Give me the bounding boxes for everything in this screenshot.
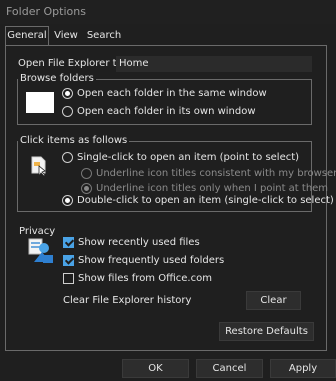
recent-files-checkbox[interactable]: [63, 237, 74, 248]
browse-own-window-label[interactable]: Open each folder in its own window: [77, 106, 256, 117]
click-items-icon: [31, 156, 48, 178]
privacy-title: Privacy: [19, 226, 56, 237]
recent-files-label[interactable]: Show recently used files: [78, 237, 200, 248]
click-items-title: Click items as follows: [18, 135, 130, 146]
ok-button[interactable]: OK: [122, 359, 189, 378]
underline-point-label[interactable]: Underline icon titles only when I point …: [96, 183, 328, 194]
window-title: Folder Options: [6, 5, 86, 18]
double-click-label[interactable]: Double-click to open an item (single-cli…: [77, 195, 334, 206]
cancel-button[interactable]: Cancel: [196, 359, 263, 378]
underline-browser-label[interactable]: Underline icon titles consistent with my…: [96, 168, 336, 179]
tab-search[interactable]: Search: [84, 27, 124, 45]
title-bar: Folder Options: [0, 0, 336, 24]
frequent-folders-label[interactable]: Show frequently used folders: [78, 255, 224, 266]
open-explorer-dropdown[interactable]: Home: [116, 56, 312, 72]
browse-folders-group: [17, 79, 312, 125]
clear-history-label: Clear File Explorer history: [63, 295, 192, 306]
restore-defaults-button[interactable]: Restore Defaults: [219, 322, 314, 341]
underline-browser-radio[interactable]: [81, 168, 92, 179]
tab-general[interactable]: General: [5, 26, 49, 46]
browse-same-window-radio[interactable]: [62, 88, 73, 99]
underline-point-radio[interactable]: [81, 183, 92, 194]
frequent-folders-checkbox[interactable]: [63, 255, 74, 266]
apply-button[interactable]: Apply: [270, 359, 336, 378]
clear-history-button[interactable]: Clear: [246, 291, 301, 310]
single-click-radio[interactable]: [62, 152, 73, 163]
browse-own-window-radio[interactable]: [62, 106, 73, 117]
browse-folders-title: Browse folders: [18, 73, 96, 84]
tab-view[interactable]: View: [51, 27, 81, 45]
office-files-checkbox[interactable]: [63, 273, 74, 284]
browse-same-window-label[interactable]: Open each folder in the same window: [77, 88, 267, 99]
dialog-footer: OK Cancel Apply: [0, 352, 336, 381]
open-explorer-label: Open File Explorer to:: [18, 58, 127, 69]
double-click-radio[interactable]: [62, 195, 73, 206]
single-click-label[interactable]: Single-click to open an item (point to s…: [77, 152, 299, 163]
office-files-label[interactable]: Show files from Office.com: [78, 273, 212, 284]
privacy-icon: [28, 238, 54, 264]
open-explorer-value: Home: [119, 58, 149, 69]
browse-folders-illustration: [26, 92, 54, 113]
